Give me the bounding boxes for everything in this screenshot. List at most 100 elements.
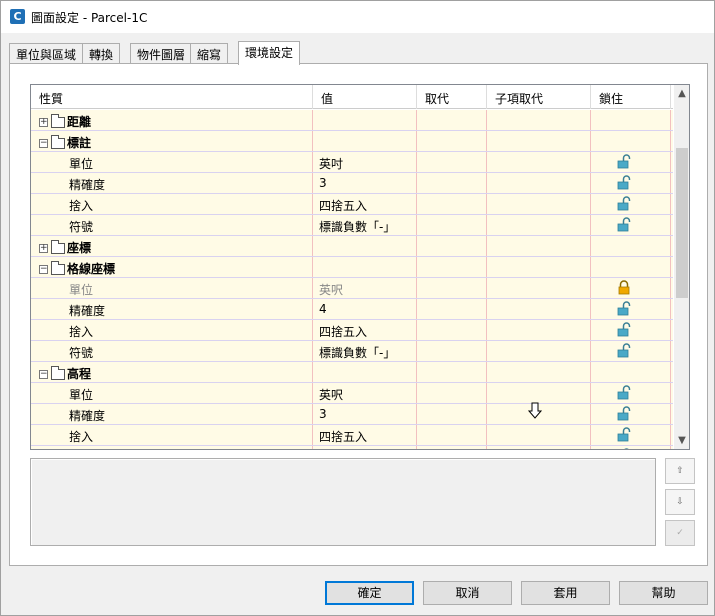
- lock-cell: [591, 278, 671, 298]
- property-value[interactable]: [313, 446, 417, 449]
- property-value[interactable]: 英呎: [313, 383, 417, 403]
- property-row[interactable]: 精確度 4: [31, 299, 673, 320]
- property-row[interactable]: 捨入 四捨五入: [31, 194, 673, 215]
- scroll-down-icon[interactable]: ▼: [674, 432, 689, 449]
- move-up-icon[interactable]: ⇧: [665, 458, 695, 484]
- grid-scrollbar[interactable]: ▲ ▼: [674, 85, 689, 449]
- property-row[interactable]: [31, 446, 673, 450]
- minus-icon[interactable]: −: [39, 370, 48, 379]
- property-value[interactable]: [313, 236, 417, 256]
- lock-cell: [591, 110, 671, 130]
- child-override-cell: [487, 341, 591, 361]
- property-value[interactable]: [313, 257, 417, 277]
- group-row[interactable]: + 距離: [31, 110, 673, 131]
- unlock-icon[interactable]: [617, 175, 631, 190]
- property-value[interactable]: 四捨五入: [313, 425, 417, 445]
- unlock-icon[interactable]: [617, 322, 631, 337]
- column-header-child-override[interactable]: 子項取代: [487, 85, 591, 109]
- unlock-icon[interactable]: [617, 448, 631, 450]
- category-icon: [51, 261, 65, 275]
- row-label: 單位: [69, 283, 94, 297]
- tab-abbreviations[interactable]: 縮寫: [190, 43, 229, 64]
- property-value[interactable]: 3: [313, 173, 417, 193]
- override-cell: [417, 236, 487, 256]
- property-value[interactable]: [313, 362, 417, 382]
- property-row[interactable]: 單位 英吋: [31, 152, 673, 173]
- property-value[interactable]: [313, 110, 417, 130]
- property-value[interactable]: 3: [313, 404, 417, 424]
- lock-icon[interactable]: [617, 280, 631, 295]
- plus-icon[interactable]: +: [39, 244, 48, 253]
- tab-ambient-settings[interactable]: 環境設定: [238, 41, 301, 65]
- property-value[interactable]: 標識負數「-」: [313, 215, 417, 235]
- group-row[interactable]: + 座標: [31, 236, 673, 257]
- column-header-override[interactable]: 取代: [417, 85, 487, 109]
- property-value[interactable]: 四捨五入: [313, 320, 417, 340]
- property-value[interactable]: 四捨五入: [313, 194, 417, 214]
- column-header-lock[interactable]: 鎖住: [591, 85, 671, 109]
- tab-units-and-zone[interactable]: 單位與區域: [9, 43, 84, 64]
- tab-object-layers[interactable]: 物件圖層: [130, 43, 193, 64]
- group-row[interactable]: − 標註: [31, 131, 673, 152]
- scroll-up-icon[interactable]: ▲: [674, 85, 689, 102]
- tab-transformation[interactable]: 轉換: [82, 43, 121, 64]
- group-row[interactable]: − 高程: [31, 362, 673, 383]
- child-override-cell: [487, 194, 591, 214]
- category-icon: [51, 114, 65, 128]
- column-header-value[interactable]: 值: [313, 85, 417, 109]
- property-row[interactable]: 捨入 四捨五入: [31, 425, 673, 446]
- child-override-cell: [487, 131, 591, 151]
- property-row[interactable]: 精確度 3: [31, 173, 673, 194]
- property-row[interactable]: 單位 英呎: [31, 278, 673, 299]
- category-icon: [51, 240, 65, 254]
- property-row[interactable]: 單位 英呎: [31, 383, 673, 404]
- override-cell: [417, 278, 487, 298]
- scroll-thumb[interactable]: [676, 148, 688, 298]
- row-label: 單位: [69, 388, 94, 402]
- unlock-icon[interactable]: [617, 385, 631, 400]
- unlock-icon[interactable]: [617, 343, 631, 358]
- lock-cell: [591, 215, 671, 235]
- property-value[interactable]: 英呎: [313, 278, 417, 298]
- trailing-cell: [671, 383, 673, 403]
- property-value[interactable]: 英吋: [313, 152, 417, 172]
- mouse-cursor-icon: [528, 402, 542, 419]
- plus-icon[interactable]: +: [39, 118, 48, 127]
- move-down-icon[interactable]: ⇩: [665, 489, 695, 515]
- override-cell: [417, 341, 487, 361]
- group-row[interactable]: − 格線座標: [31, 257, 673, 278]
- lock-cell: [591, 299, 671, 319]
- unlock-icon[interactable]: [617, 406, 631, 421]
- cancel-button[interactable]: 取消: [423, 581, 512, 605]
- checkbox-icon[interactable]: ✓: [665, 520, 695, 546]
- row-label: 符號: [69, 220, 94, 234]
- property-value[interactable]: 4: [313, 299, 417, 319]
- trailing-cell: [671, 257, 673, 277]
- property-value[interactable]: 標識負數「-」: [313, 341, 417, 361]
- unlock-icon[interactable]: [617, 427, 631, 442]
- column-header-property[interactable]: 性質: [31, 85, 313, 109]
- unlock-icon[interactable]: [617, 196, 631, 211]
- child-override-cell: [487, 152, 591, 172]
- help-button[interactable]: 幫助: [619, 581, 708, 605]
- override-cell: [417, 383, 487, 403]
- unlock-icon[interactable]: [617, 154, 631, 169]
- property-value[interactable]: [313, 131, 417, 151]
- row-label: 高程: [67, 367, 92, 381]
- child-override-cell: [487, 278, 591, 298]
- trailing-cell: [671, 341, 673, 361]
- override-cell: [417, 131, 487, 151]
- property-row[interactable]: 符號 標識負數「-」: [31, 215, 673, 236]
- apply-button[interactable]: 套用: [521, 581, 610, 605]
- ok-button[interactable]: 確定: [325, 581, 414, 605]
- property-row[interactable]: 符號 標識負數「-」: [31, 341, 673, 362]
- property-row[interactable]: 精確度 3: [31, 404, 673, 425]
- title-bar[interactable]: C 圖面設定 - Parcel-1C: [1, 1, 714, 33]
- minus-icon[interactable]: −: [39, 139, 48, 148]
- group-label: − 高程: [31, 362, 313, 382]
- property-row[interactable]: 捨入 四捨五入: [31, 320, 673, 341]
- unlock-icon[interactable]: [617, 301, 631, 316]
- minus-icon[interactable]: −: [39, 265, 48, 274]
- lock-cell: [591, 152, 671, 172]
- unlock-icon[interactable]: [617, 217, 631, 232]
